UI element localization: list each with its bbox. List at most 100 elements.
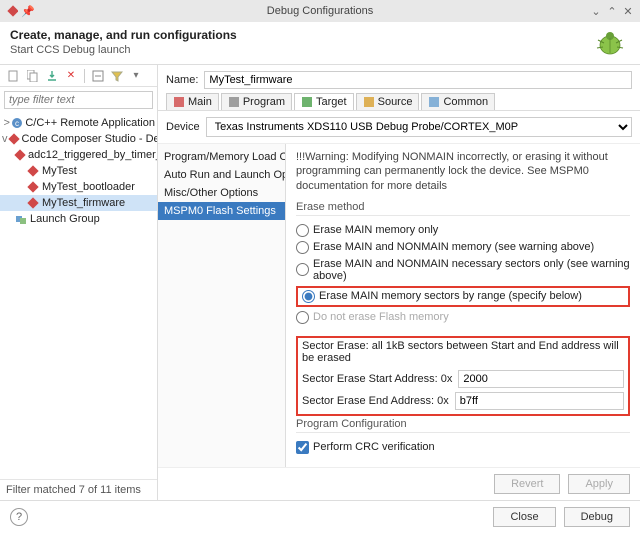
pin-icon[interactable]: 📌 <box>22 5 34 17</box>
header-title: Create, manage, and run configurations <box>10 28 590 42</box>
sector-start-label: Sector Erase Start Address: 0x <box>302 373 452 385</box>
tree-item[interactable]: vCode Composer Studio - Device D <box>0 131 157 147</box>
tree-item[interactable]: >cC/C++ Remote Application <box>0 115 157 131</box>
device-bar: Device Texas Instruments XDS110 USB Debu… <box>158 111 640 144</box>
tab-label: Program <box>243 96 285 108</box>
revert-button[interactable]: Revert <box>494 474 560 494</box>
toolbar-sep <box>84 69 85 83</box>
apply-button[interactable]: Apply <box>568 474 630 494</box>
right-panel: Name: MainProgramTargetSourceCommon Devi… <box>158 65 640 500</box>
tree-item-label: MyTest <box>42 165 77 177</box>
device-label: Device <box>166 121 200 133</box>
app-icon <box>6 5 18 17</box>
tab-icon <box>228 96 240 108</box>
program-config-title: Program Configuration <box>296 418 630 433</box>
close-icon[interactable]: ✕ <box>622 5 634 17</box>
tab-source[interactable]: Source <box>356 93 420 110</box>
sector-end-input[interactable] <box>455 392 624 410</box>
cube-icon <box>8 132 20 146</box>
erase-radio[interactable] <box>296 241 309 254</box>
help-button[interactable]: ? <box>10 508 28 526</box>
tab-icon <box>301 96 313 108</box>
tab-target[interactable]: Target <box>294 93 354 110</box>
tree-item-label: Launch Group <box>30 213 100 225</box>
tree-item[interactable]: Launch Group <box>0 211 157 227</box>
sector-erase-group: Sector Erase: all 1kB sectors between St… <box>296 336 630 416</box>
erase-label: Erase MAIN and NONMAIN memory (see warni… <box>313 241 594 253</box>
tab-main[interactable]: Main <box>166 93 219 110</box>
erase-radio[interactable] <box>296 263 309 276</box>
tree-item-label: Code Composer Studio - Device D <box>22 133 158 145</box>
export-icon[interactable] <box>44 68 60 84</box>
option-item[interactable]: Auto Run and Launch Optio <box>158 166 285 184</box>
tree-item[interactable]: MyTest <box>0 163 157 179</box>
erase-radio[interactable] <box>296 311 309 324</box>
name-input[interactable] <box>204 71 632 89</box>
cube-icon <box>26 196 40 210</box>
tree-item[interactable]: MyTest_firmware <box>0 195 157 211</box>
device-select[interactable]: Texas Instruments XDS110 USB Debug Probe… <box>206 117 632 137</box>
sector-start-input[interactable] <box>458 370 624 388</box>
footer: ? Close Debug <box>0 500 640 537</box>
erase-method-title: Erase method <box>296 201 630 216</box>
sector-end-row: Sector Erase End Address: 0x <box>302 390 624 412</box>
cube-icon <box>26 180 40 194</box>
erase-option: Erase MAIN and NONMAIN memory (see warni… <box>296 239 630 256</box>
titlebar-left: 📌 <box>6 5 66 17</box>
close-button[interactable]: Close <box>493 507 555 527</box>
collapse-icon[interactable] <box>90 68 106 84</box>
erase-radio[interactable] <box>302 290 315 303</box>
cube-icon <box>14 148 26 162</box>
erase-radio[interactable] <box>296 224 309 237</box>
tab-icon <box>363 96 375 108</box>
left-toolbar: ✕ ▾ <box>0 65 157 87</box>
erase-label: Do not erase Flash memory <box>313 311 449 323</box>
filter-icon[interactable] <box>109 68 125 84</box>
revert-apply-row: Revert Apply <box>158 467 640 500</box>
new-config-icon[interactable] <box>6 68 22 84</box>
header: Create, manage, and run configurations S… <box>0 22 640 62</box>
menu-icon[interactable]: ▾ <box>128 68 144 84</box>
tab-label: Main <box>188 96 212 108</box>
expander-icon[interactable]: > <box>2 117 11 129</box>
program-config-group: Program Configuration Perform CRC verifi… <box>296 418 630 456</box>
window-title: Debug Configurations <box>66 5 574 17</box>
config-tree: >cC/C++ Remote ApplicationvCode Composer… <box>0 113 157 479</box>
debug-button[interactable]: Debug <box>564 507 630 527</box>
crc-row: Perform CRC verification <box>296 439 630 456</box>
tab-common[interactable]: Common <box>421 93 495 110</box>
filter-input[interactable] <box>4 91 153 109</box>
filter-box <box>4 91 153 109</box>
minimize-icon[interactable]: ⌄ <box>590 5 602 17</box>
tree-item-label: adc12_triggered_by_timer_eve <box>28 149 157 161</box>
body: ✕ ▾ >cC/C++ Remote ApplicationvCode Comp… <box>0 65 640 500</box>
option-item[interactable]: Misc/Other Options <box>158 184 285 202</box>
tab-icon <box>428 96 440 108</box>
option-item[interactable]: Program/Memory Load Op <box>158 148 285 166</box>
crc-checkbox[interactable] <box>296 441 309 454</box>
maximize-icon[interactable]: ⌃ <box>606 5 618 17</box>
option-item[interactable]: MSPM0 Flash Settings <box>158 202 285 220</box>
titlebar-right: ⌄ ⌃ ✕ <box>574 5 634 17</box>
erase-option: Erase MAIN memory only <box>296 222 630 239</box>
erase-method-group: Erase method Erase MAIN memory only Erase… <box>296 201 630 326</box>
warning-text: !!!Warning: Modifying NONMAIN incorrectl… <box>296 150 630 193</box>
filter-status: Filter matched 7 of 11 items <box>0 479 157 500</box>
duplicate-icon[interactable] <box>25 68 41 84</box>
sector-end-label: Sector Erase End Address: 0x <box>302 395 449 407</box>
delete-icon[interactable]: ✕ <box>63 68 79 84</box>
launch-group-icon <box>14 212 28 226</box>
tree-item-label: C/C++ Remote Application <box>25 117 155 129</box>
option-list: Program/Memory Load OpAuto Run and Launc… <box>158 144 286 467</box>
erase-option: Erase MAIN and NONMAIN necessary sectors… <box>296 256 630 284</box>
tree-item-label: MyTest_bootloader <box>42 181 135 193</box>
tab-icon <box>173 96 185 108</box>
sector-start-row: Sector Erase Start Address: 0x <box>302 368 624 390</box>
tab-program[interactable]: Program <box>221 93 292 110</box>
tree-item[interactable]: MyTest_bootloader <box>0 179 157 195</box>
c-app-icon: c <box>11 116 23 130</box>
erase-option: Do not erase Flash memory <box>296 309 630 326</box>
tree-item[interactable]: adc12_triggered_by_timer_eve <box>0 147 157 163</box>
bug-icon <box>590 28 630 58</box>
left-panel: ✕ ▾ >cC/C++ Remote ApplicationvCode Comp… <box>0 65 158 500</box>
